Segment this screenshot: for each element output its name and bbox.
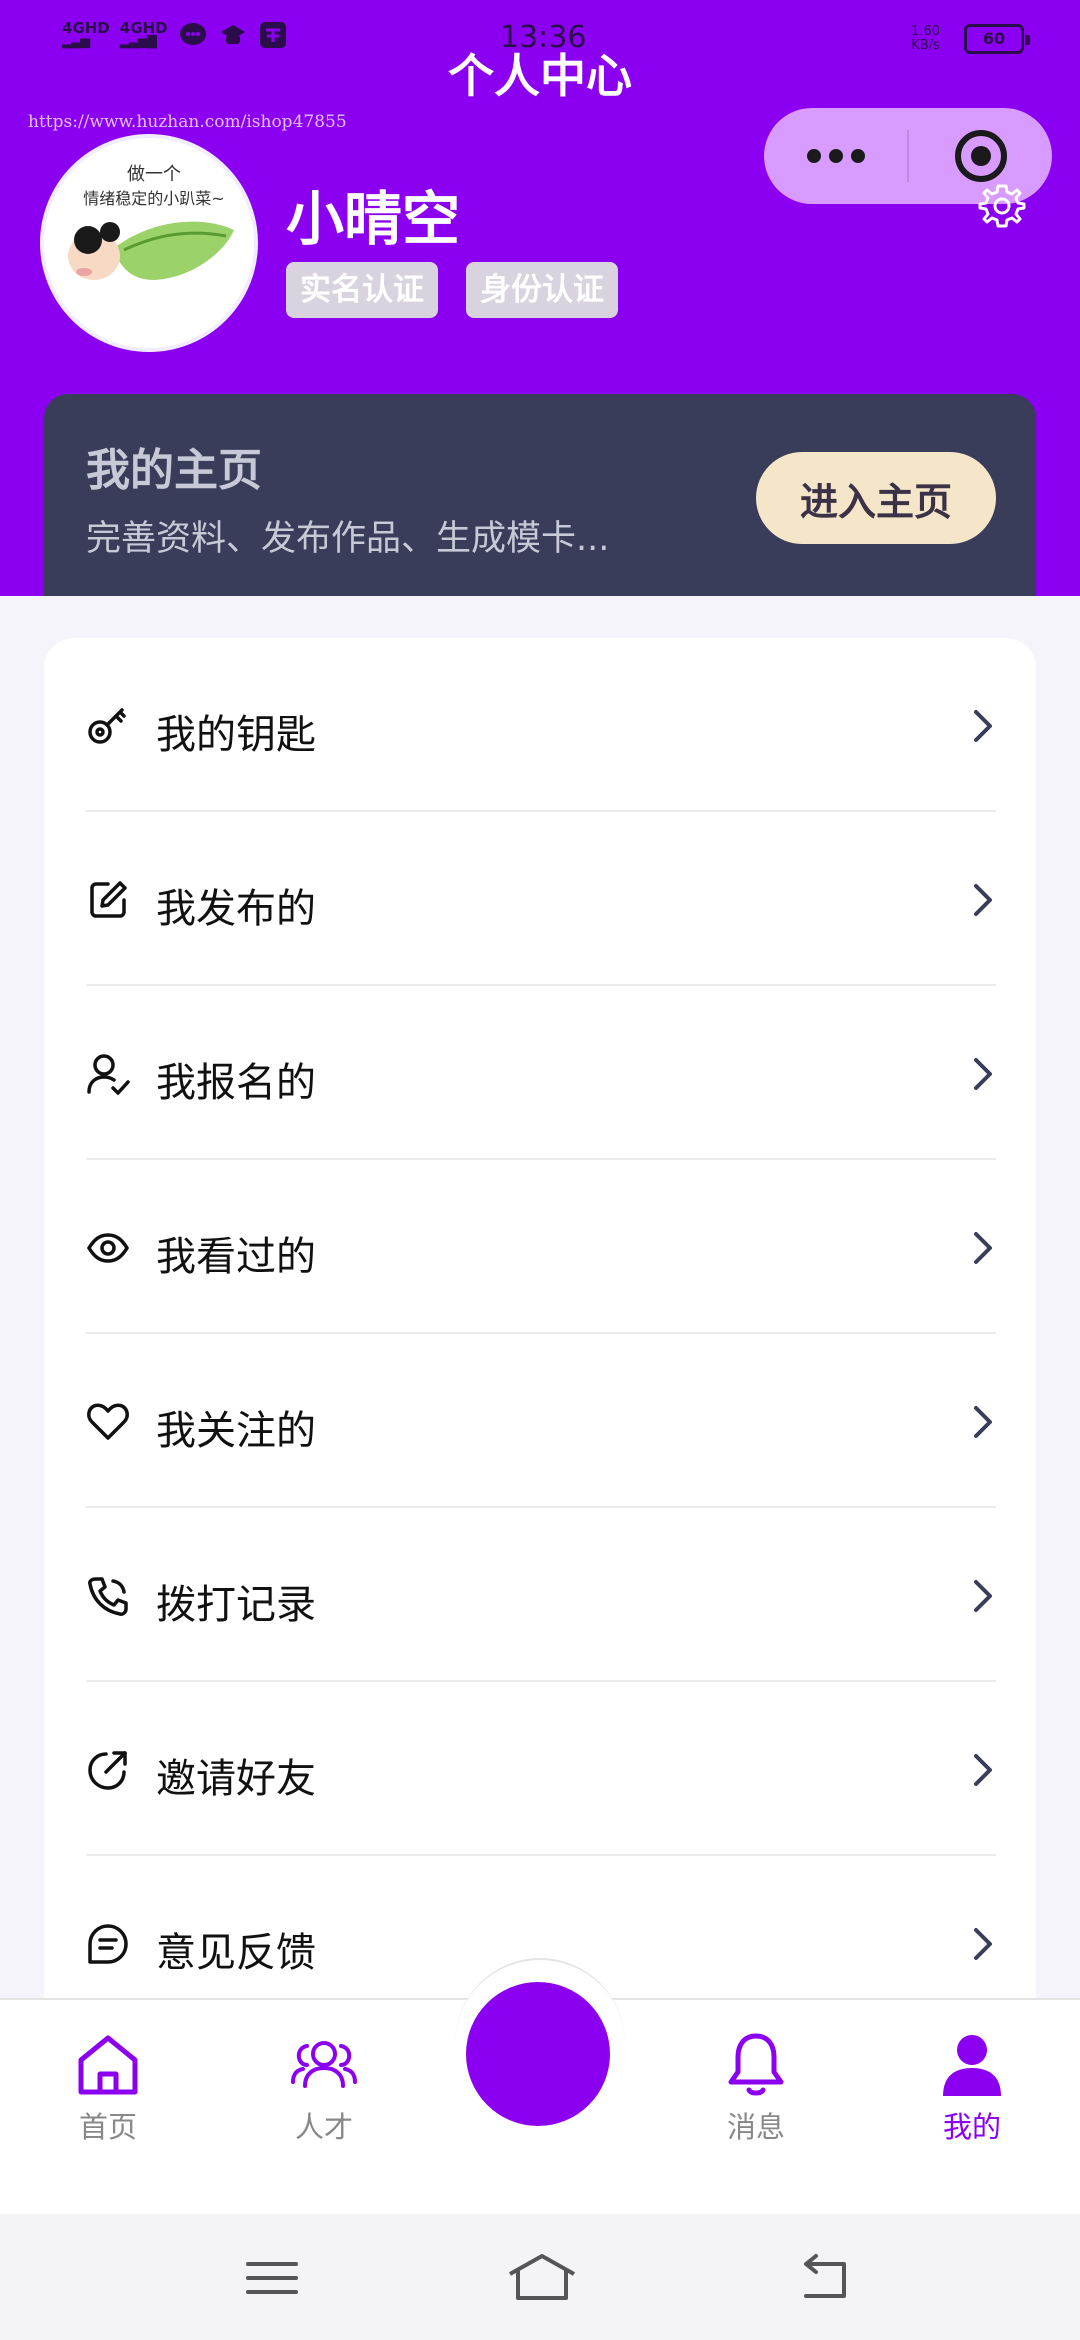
menu-item-invite-friends[interactable]: 邀请好友: [44, 1682, 1036, 1856]
avatar-caption-1: 做一个: [127, 164, 181, 185]
home-icon: [78, 2035, 138, 2095]
eye-icon: [86, 1233, 130, 1263]
share-icon: [88, 1751, 127, 1790]
menu-item-label: 我报名的: [156, 1060, 316, 1106]
chevron-right-icon: [974, 710, 992, 742]
key-icon: [88, 708, 126, 744]
edit-icon: [90, 881, 127, 918]
username: 小晴空: [286, 185, 461, 253]
verification-badges: 实名认证 身份认证: [286, 262, 618, 318]
heart-icon: [87, 1403, 129, 1440]
menu-item-label: 我关注的: [156, 1408, 316, 1454]
tab-label: 人才: [294, 2110, 353, 2144]
feedback-icon: [88, 1924, 128, 1964]
menu-item-my-posts[interactable]: 我发布的: [44, 812, 1036, 986]
menu-item-label: 意见反馈: [156, 1930, 316, 1976]
tab-label: 首页: [78, 2110, 137, 2144]
menu-item-my-keys[interactable]: 我的钥匙: [44, 638, 1036, 812]
identity-badge[interactable]: 身份认证: [466, 262, 618, 318]
system-navigation-bar: [0, 2214, 1080, 2340]
tab-messages[interactable]: 消息: [676, 2030, 836, 2150]
target-close-icon: [954, 130, 1007, 182]
tab-label: 消息: [726, 2110, 785, 2144]
tab-talent[interactable]: 人才: [244, 2030, 404, 2150]
tab-home[interactable]: 首页: [28, 2030, 188, 2150]
phone-icon: [88, 1577, 128, 1616]
more-button[interactable]: [764, 108, 908, 204]
chevron-right-icon: [974, 1058, 992, 1090]
avatar[interactable]: 做一个 情绪稳定的小趴菜~: [40, 134, 258, 352]
menu-item-label: 我的钥匙: [156, 712, 316, 758]
chevron-right-icon: [974, 884, 992, 916]
user-check-icon: [87, 1054, 130, 1095]
user-icon: [943, 2035, 1001, 2096]
my-homepage-card: 我的主页 完善资料、发布作品、生成模卡... 进入主页: [44, 394, 1036, 596]
settings-gear-icon[interactable]: [978, 182, 1026, 230]
chevron-right-icon: [974, 1928, 992, 1960]
menu-item-my-signups[interactable]: 我报名的: [44, 986, 1036, 1160]
enter-homepage-button[interactable]: 进入主页: [756, 452, 996, 544]
tab-mine[interactable]: 我的: [892, 2030, 1052, 2150]
tab-label: 我的: [942, 2110, 1001, 2144]
homepage-subtitle: 完善资料、发布作品、生成模卡...: [86, 519, 610, 559]
page-title: 个人中心: [448, 49, 632, 103]
menu-item-label: 邀请好友: [156, 1756, 316, 1802]
chevron-right-icon: [974, 1580, 992, 1612]
menu-item-following[interactable]: 我关注的: [44, 1334, 1036, 1508]
menu-item-label: 我发布的: [156, 886, 316, 932]
avatar-caption-2: 情绪稳定的小趴菜~: [83, 189, 224, 208]
menu-item-viewed[interactable]: 我看过的: [44, 1160, 1036, 1334]
real-name-badge[interactable]: 实名认证: [286, 262, 438, 318]
home-nav-icon[interactable]: [506, 2250, 578, 2306]
bell-icon: [728, 2033, 784, 2096]
chevron-right-icon: [974, 1754, 992, 1786]
chevron-right-icon: [974, 1232, 992, 1264]
avatar-image: 做一个 情绪稳定的小趴菜~: [44, 138, 254, 348]
menu-item-call-records[interactable]: 拨打记录: [44, 1508, 1036, 1682]
more-dots-icon: [807, 149, 865, 163]
center-action-button[interactable]: [466, 1982, 610, 2126]
menu-item-label: 我看过的: [156, 1234, 316, 1280]
people-icon: [291, 2041, 357, 2088]
menu-list: 我的钥匙 我发布的 我报名的 我看过的 我关注的 拨打记录 邀请好友 意见反馈: [44, 638, 1036, 2028]
watermark-url: https://www.huzhan.com/ishop47855: [28, 112, 347, 132]
back-icon[interactable]: [794, 2250, 854, 2306]
menu-item-label: 拨打记录: [156, 1582, 316, 1628]
homepage-title: 我的主页: [86, 445, 262, 496]
recent-apps-icon[interactable]: [242, 2250, 302, 2306]
chevron-right-icon: [974, 1406, 992, 1438]
